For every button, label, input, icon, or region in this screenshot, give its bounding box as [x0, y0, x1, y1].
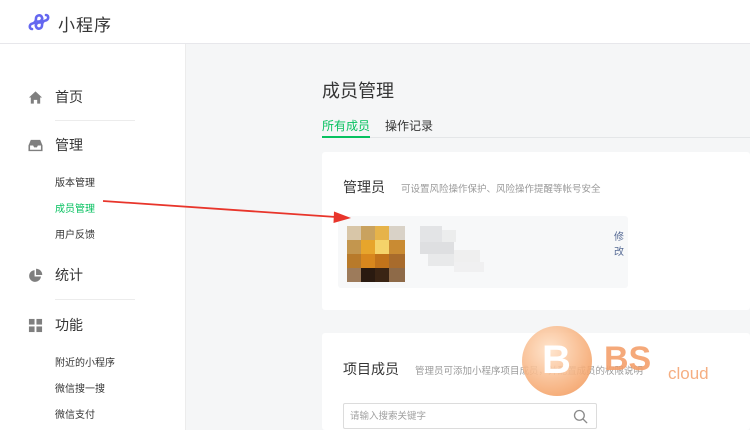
sidebar-item-label: 首页: [55, 90, 83, 106]
sidebar-item-label: 统计: [55, 268, 83, 284]
project-members-description: 管理员可添加小程序项目成员，并配置成员的权限说明: [415, 366, 644, 377]
divider: [55, 120, 135, 121]
sidebar-item-member-management[interactable]: 成员管理: [55, 200, 95, 215]
sidebar-item-label: 管理: [55, 138, 83, 154]
search-icon[interactable]: [573, 409, 588, 424]
tab-all-members[interactable]: 所有成员: [322, 117, 371, 138]
admin-member-item: 修改: [338, 216, 628, 288]
sidebar-item-manage[interactable]: 管理: [0, 130, 186, 160]
member-name-blurred: [420, 226, 490, 276]
grid-icon: [28, 318, 43, 332]
tab-bar: 所有成员 操作记录: [322, 114, 750, 138]
search-input[interactable]: [350, 408, 570, 424]
sidebar-item-wechat-pay[interactable]: 微信支付: [55, 406, 95, 421]
admin-card-description: 可设置风险操作保护、风险操作提醒等帐号安全: [401, 184, 601, 195]
sidebar-item-wechat-search[interactable]: 微信搜一搜: [55, 380, 105, 395]
edit-admin-link[interactable]: 修改: [614, 228, 628, 258]
sidebar-item-home[interactable]: 首页: [0, 82, 186, 112]
home-icon: [28, 90, 43, 104]
sidebar-item-user-feedback[interactable]: 用户反馈: [55, 226, 95, 241]
admin-card: 管理员 可设置风险操作保护、风险操作提醒等帐号安全 修改: [322, 152, 750, 310]
sidebar-item-features[interactable]: 功能: [0, 310, 186, 340]
pie-chart-icon: [29, 268, 43, 282]
tab-operation-log[interactable]: 操作记录: [385, 117, 433, 138]
top-bar: 小程序: [0, 0, 750, 44]
sidebar: 首页 管理 版本管理 成员管理 用户反馈 统计 功能 附近的小程序 微信搜一搜 …: [0, 44, 186, 430]
divider: [55, 299, 135, 300]
avatar: [347, 226, 405, 282]
inbox-icon: [28, 139, 43, 151]
main-content: 成员管理 所有成员 操作记录 管理员 可设置风险操作保护、风险操作提醒等帐号安全: [186, 44, 750, 430]
admin-card-title: 管理员: [343, 180, 385, 196]
page-title: 成员管理: [322, 81, 394, 102]
sidebar-item-nearby-mini-programs[interactable]: 附近的小程序: [55, 354, 115, 369]
sidebar-item-statistics[interactable]: 统计: [0, 260, 186, 290]
project-members-card: 项目成员 管理员可添加小程序项目成员，并配置成员的权限说明: [322, 333, 750, 430]
project-members-title: 项目成员: [343, 362, 399, 378]
app-title[interactable]: 小程序: [58, 11, 112, 36]
sidebar-item-version-management[interactable]: 版本管理: [55, 174, 95, 189]
member-search-box: [343, 403, 597, 429]
sidebar-item-label: 功能: [55, 318, 83, 334]
mini-program-logo-icon[interactable]: [27, 10, 51, 34]
